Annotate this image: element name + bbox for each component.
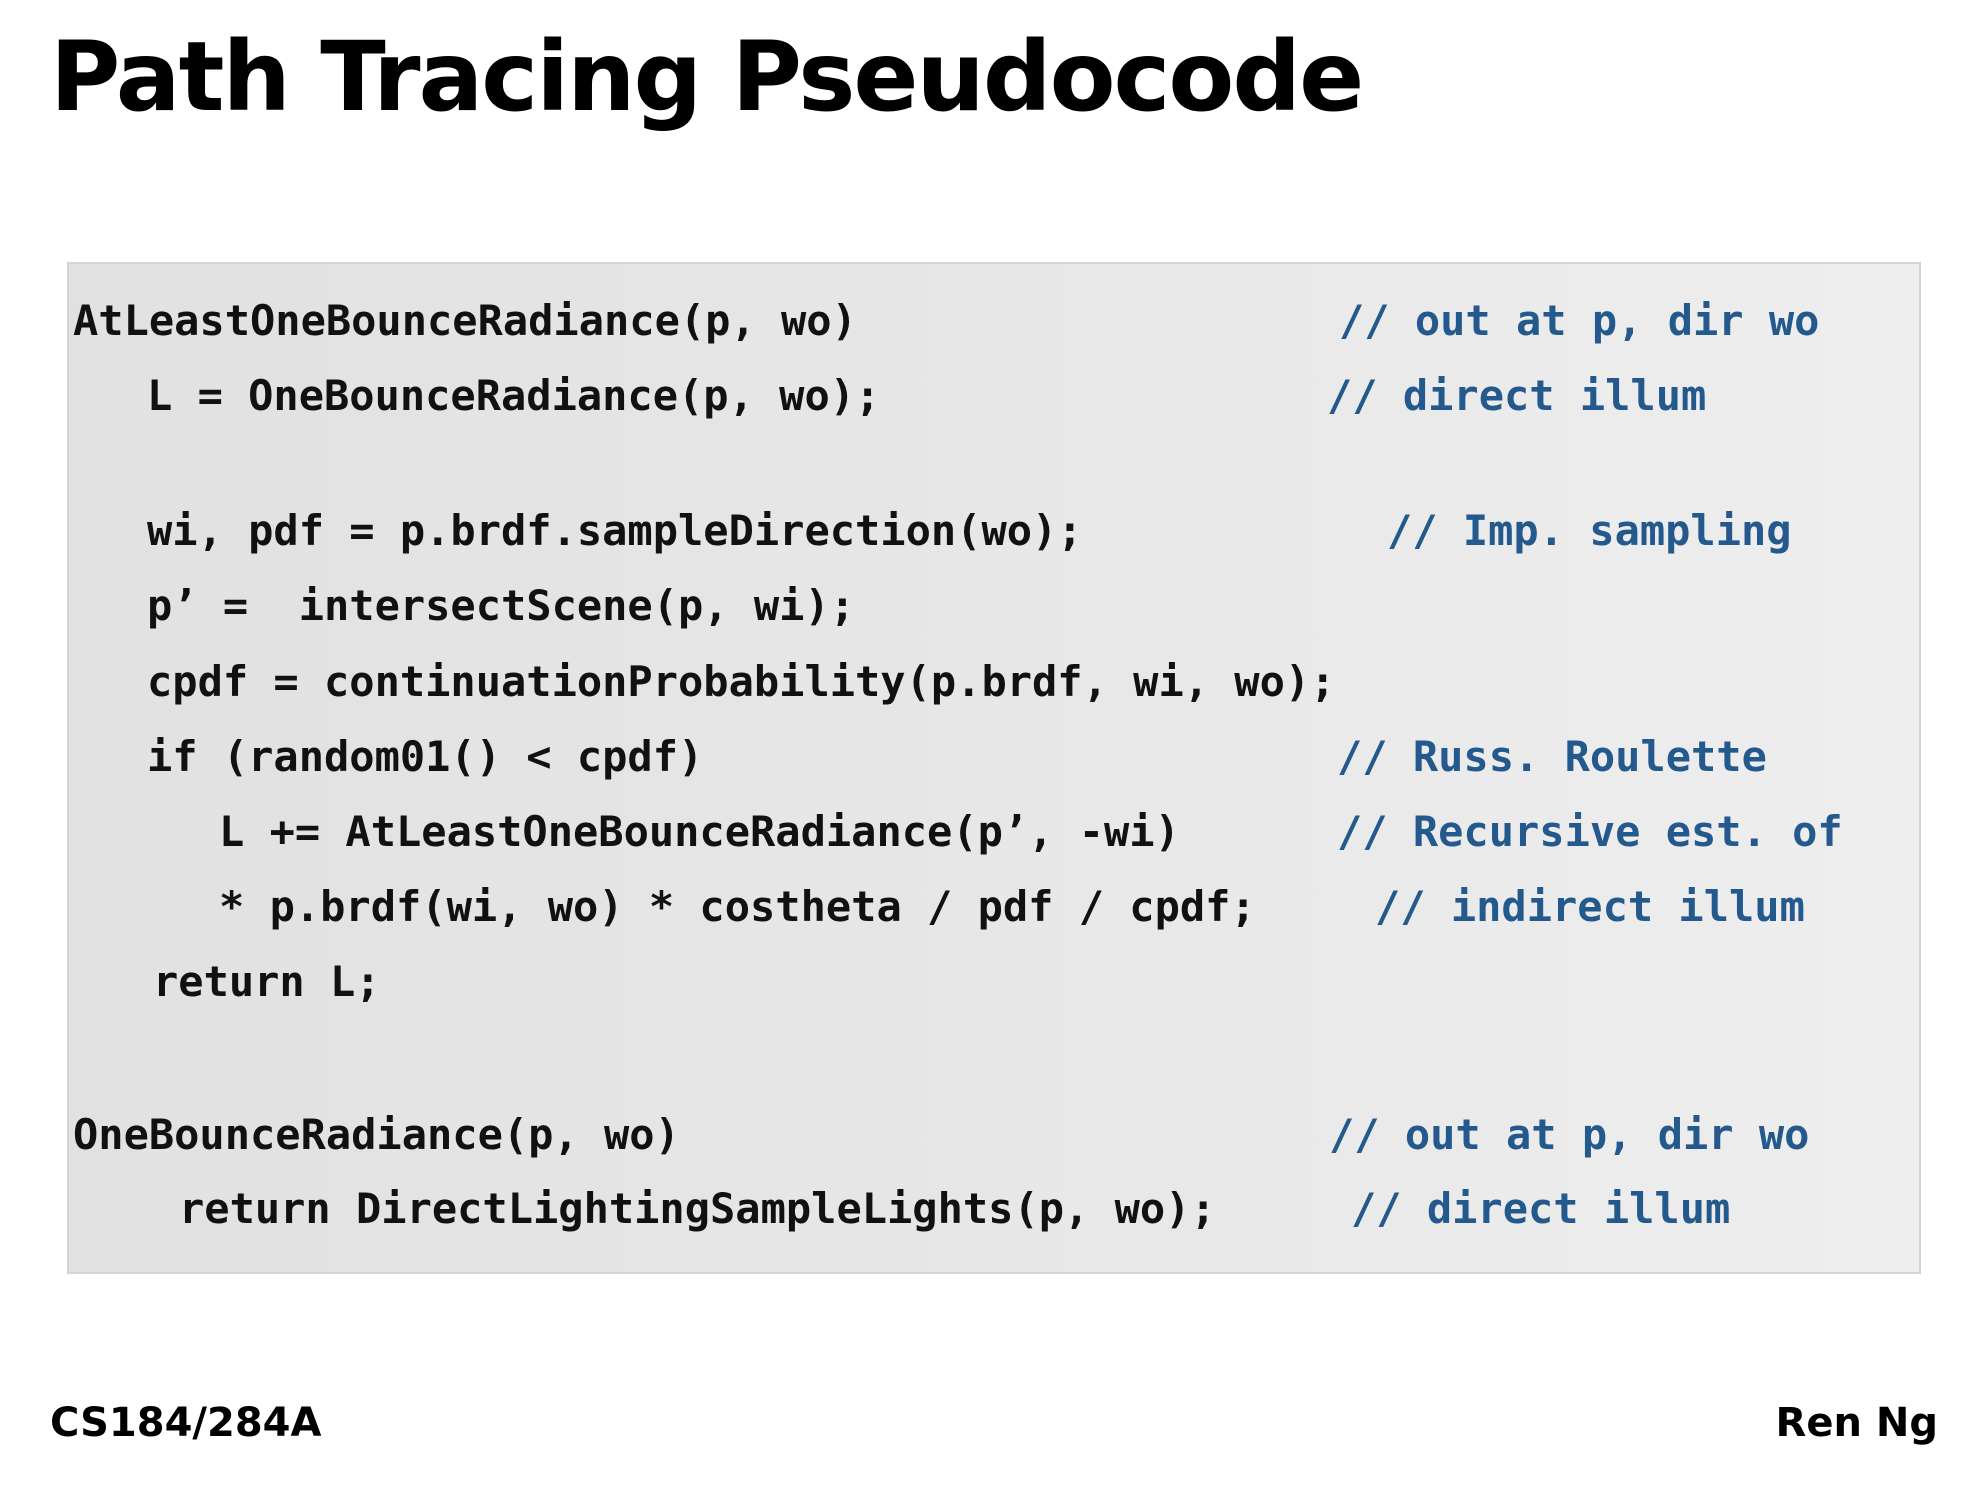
- code-comment: // indirect illum: [1375, 882, 1805, 931]
- code-text: return L;: [153, 957, 381, 1006]
- code-comment: // Recursive est. of: [1337, 807, 1843, 856]
- code-line: OneBounceRadiance(p, wo) // out at p, di…: [69, 1105, 1919, 1165]
- code-line: return L;: [69, 952, 1919, 1012]
- code-text: p’ = intersectScene(p, wi);: [147, 581, 856, 630]
- course-label: CS184/284A: [50, 1400, 322, 1446]
- pseudocode-block: AtLeastOneBounceRadiance(p, wo) // out a…: [67, 262, 1921, 1274]
- code-line: L = OneBounceRadiance(p, wo); // direct …: [69, 366, 1919, 426]
- code-comment: // direct illum: [1351, 1184, 1731, 1233]
- code-text: return DirectLightingSampleLights(p, wo)…: [179, 1184, 1216, 1233]
- code-text: L = OneBounceRadiance(p, wo);: [147, 371, 881, 420]
- code-line: * p.brdf(wi, wo) * costheta / pdf / cpdf…: [69, 877, 1919, 937]
- code-text: L += AtLeastOneBounceRadiance(p’, -wi): [219, 807, 1180, 856]
- author-label: Ren Ng: [1775, 1400, 1938, 1446]
- code-text: wi, pdf = p.brdf.sampleDirection(wo);: [147, 506, 1083, 555]
- code-comment: // Imp. sampling: [1387, 506, 1792, 555]
- code-line: AtLeastOneBounceRadiance(p, wo) // out a…: [69, 291, 1919, 351]
- code-comment: // Russ. Roulette: [1337, 732, 1767, 781]
- code-text: OneBounceRadiance(p, wo): [73, 1110, 680, 1159]
- code-line: if (random01() < cpdf) // Russ. Roulette: [69, 727, 1919, 787]
- code-line: cpdf = continuationProbability(p.brdf, w…: [69, 652, 1919, 712]
- code-comment: // out at p, dir wo: [1329, 1110, 1810, 1159]
- code-text: AtLeastOneBounceRadiance(p, wo): [73, 296, 857, 345]
- code-line: p’ = intersectScene(p, wi);: [69, 576, 1919, 636]
- code-comment: // direct illum: [1327, 371, 1707, 420]
- code-text: if (random01() < cpdf): [147, 732, 704, 781]
- code-comment: // out at p, dir wo: [1339, 296, 1820, 345]
- code-line: return DirectLightingSampleLights(p, wo)…: [69, 1179, 1919, 1239]
- code-line: wi, pdf = p.brdf.sampleDirection(wo); //…: [69, 501, 1919, 561]
- code-text: cpdf = continuationProbability(p.brdf, w…: [147, 657, 1336, 706]
- code-text: * p.brdf(wi, wo) * costheta / pdf / cpdf…: [219, 882, 1256, 931]
- code-line: L += AtLeastOneBounceRadiance(p’, -wi) /…: [69, 802, 1919, 862]
- slide-title: Path Tracing Pseudocode: [50, 21, 1364, 133]
